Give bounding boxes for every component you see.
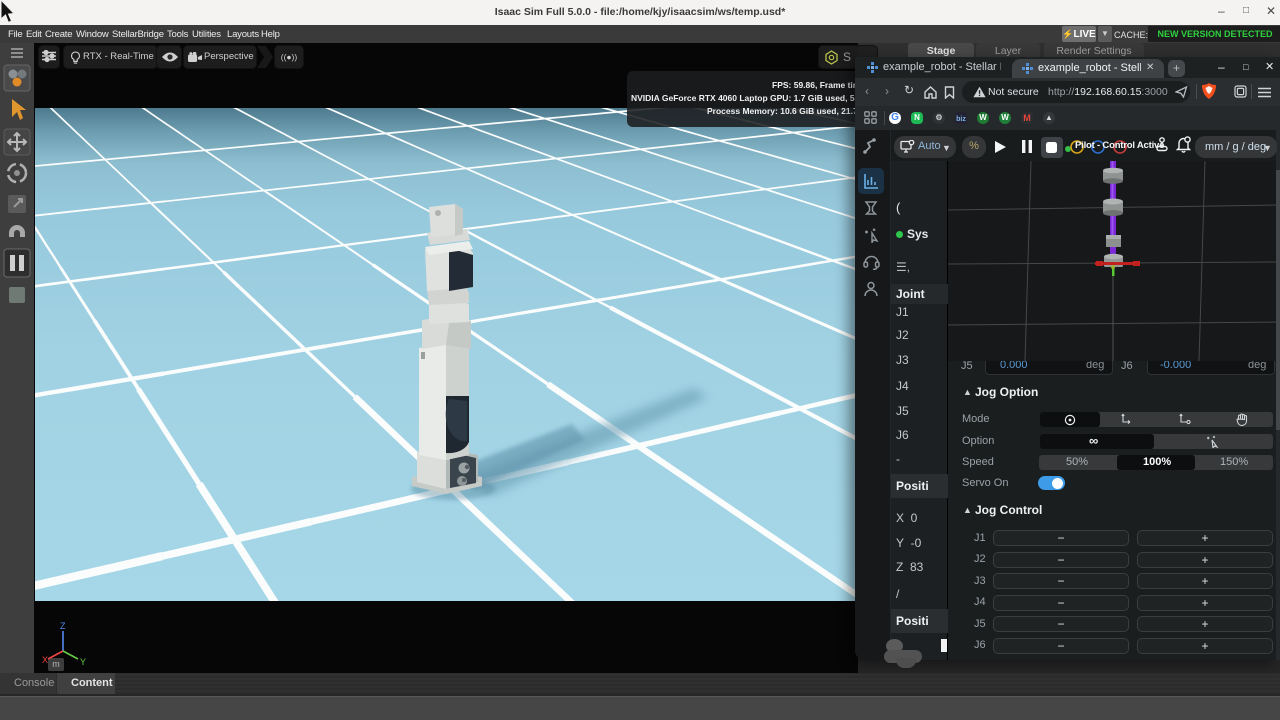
- svg-text:Z: Z: [60, 621, 66, 631]
- svg-text:Y: Y: [80, 657, 86, 667]
- svg-text:X: X: [42, 655, 48, 665]
